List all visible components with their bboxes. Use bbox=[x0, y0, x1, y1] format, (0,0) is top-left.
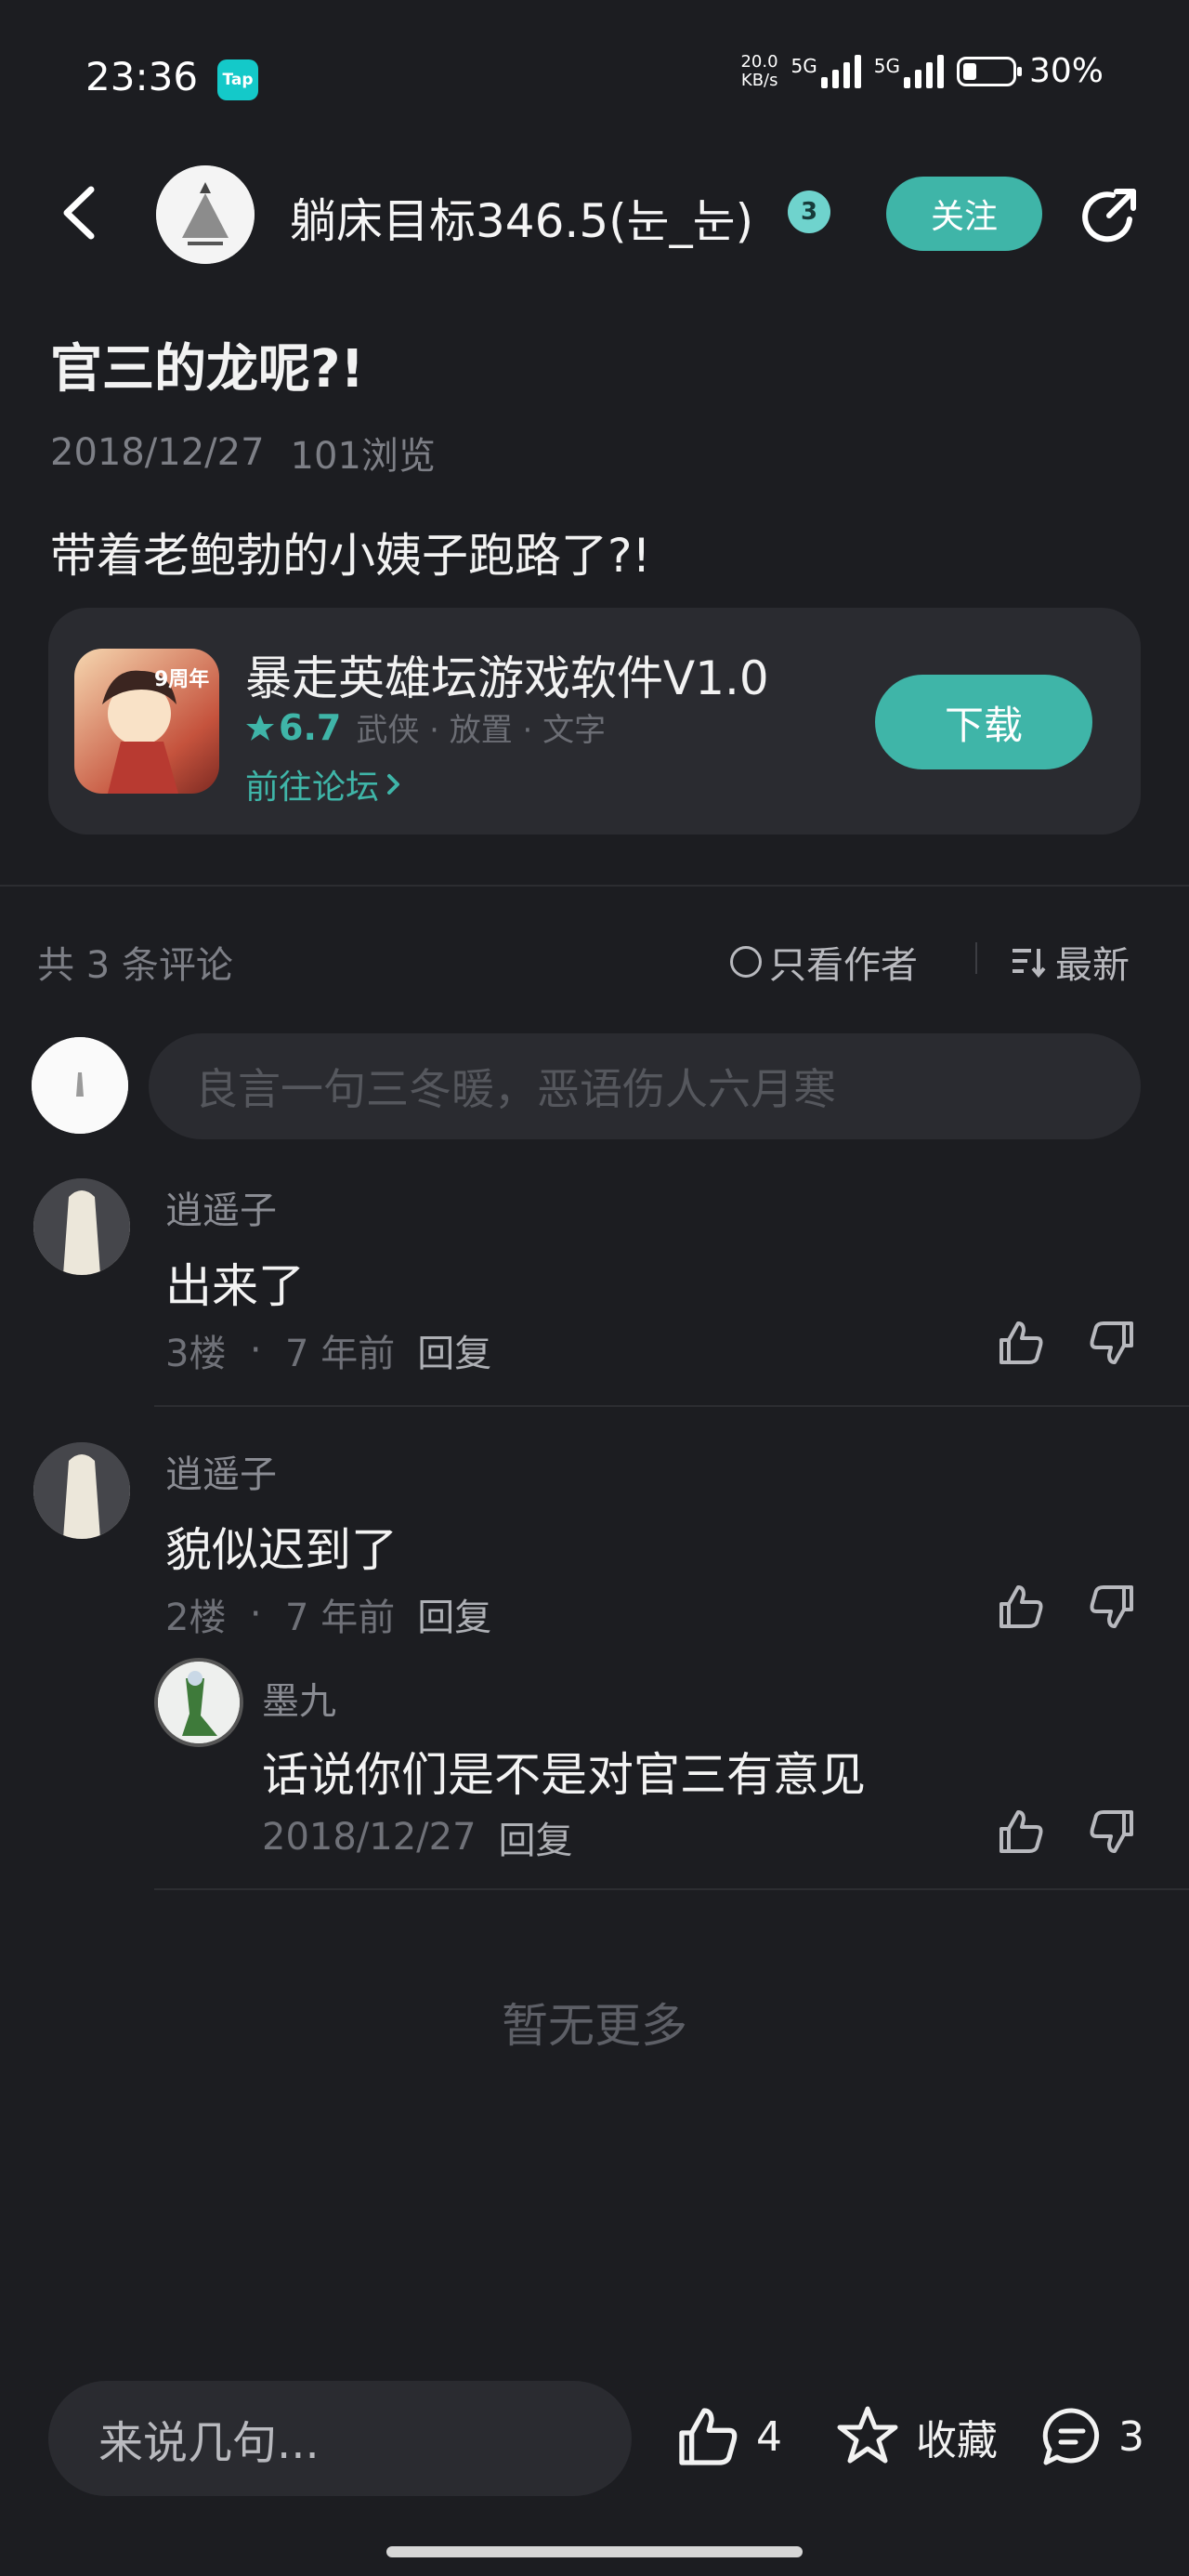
reply-user[interactable]: 墨九 bbox=[262, 1671, 336, 1725]
like-button[interactable] bbox=[996, 1807, 1046, 1857]
bottom-comment-input[interactable]: 来说几句... bbox=[48, 2381, 632, 2496]
thumb-up-icon bbox=[1000, 1585, 1043, 1628]
game-icon[interactable]: 9周年 bbox=[74, 649, 219, 794]
follow-button[interactable]: 关注 bbox=[886, 177, 1042, 251]
tap-app-icon: Tap bbox=[217, 59, 258, 100]
post-body: 带着老鲍勃的小姨子跑路了?! bbox=[50, 529, 651, 583]
avatar-image bbox=[33, 1178, 130, 1275]
post-like-button[interactable]: 4 bbox=[674, 2403, 782, 2470]
battery-percent: 30% bbox=[1028, 52, 1104, 90]
thumb-down-icon bbox=[1090, 1810, 1133, 1853]
avatar-image bbox=[33, 1442, 130, 1539]
sort-button[interactable]: 最新 bbox=[1011, 935, 1130, 989]
status-time: 23:36 bbox=[85, 54, 199, 99]
reply-avatar[interactable] bbox=[154, 1658, 243, 1747]
comment-divider bbox=[154, 1405, 1189, 1407]
post-title: 官三的龙呢?! bbox=[50, 339, 365, 400]
thumb-up-icon bbox=[1000, 1321, 1043, 1364]
signal-1: 5G bbox=[791, 54, 861, 88]
comment-text: 貌似迟到了 bbox=[165, 1523, 398, 1577]
radio-icon bbox=[730, 946, 762, 978]
avatar-image bbox=[156, 165, 255, 264]
no-more-label: 暂无更多 bbox=[502, 1999, 687, 2053]
dislike-button[interactable] bbox=[1087, 1318, 1137, 1368]
star-outline-icon bbox=[837, 2406, 898, 2464]
avatar-image bbox=[32, 1037, 128, 1134]
star-icon bbox=[246, 714, 274, 741]
signal-2: 5G bbox=[874, 54, 944, 88]
comment-meta: 3楼 · 7 年前 回复 bbox=[165, 1323, 491, 1377]
chevron-right-icon bbox=[387, 774, 400, 795]
comment-user[interactable]: 逍遥子 bbox=[165, 1444, 277, 1498]
home-indicator[interactable] bbox=[386, 2546, 803, 2557]
comment-bubble-icon bbox=[1042, 2408, 1100, 2465]
my-avatar[interactable] bbox=[32, 1037, 128, 1134]
reply-meta: 2018/12/27 回复 bbox=[262, 1810, 573, 1864]
reply-button[interactable]: 回复 bbox=[499, 1810, 573, 1864]
like-button[interactable] bbox=[996, 1318, 1046, 1368]
forum-link[interactable]: 前往论坛 bbox=[245, 760, 403, 808]
game-icon-art: 9周年 bbox=[102, 667, 209, 794]
comment-input[interactable]: 良言一句三冬暖，恶语伤人六月寒 bbox=[149, 1033, 1141, 1139]
dislike-button[interactable] bbox=[1087, 1807, 1137, 1857]
commenter-avatar[interactable] bbox=[33, 1442, 130, 1539]
favorite-label: 收藏 bbox=[916, 2417, 998, 2464]
game-rating: 6.7 武侠 · 放置 · 文字 bbox=[245, 704, 606, 750]
commenter-avatar[interactable] bbox=[33, 1178, 130, 1275]
author-avatar[interactable] bbox=[156, 165, 255, 264]
like-count: 4 bbox=[756, 2412, 782, 2461]
divider bbox=[975, 942, 977, 974]
like-button[interactable] bbox=[996, 1582, 1046, 1632]
net-speed: 20.0 KB/s bbox=[740, 51, 778, 90]
section-divider bbox=[0, 885, 1189, 887]
author-only-toggle[interactable]: 只看作者 bbox=[730, 935, 918, 989]
thumb-up-icon bbox=[1000, 1810, 1043, 1853]
post-meta: 2018/12/27 101浏览 bbox=[50, 426, 436, 480]
sort-icon bbox=[1013, 949, 1046, 978]
level-badge: 3 bbox=[788, 191, 830, 233]
comments-count: 共 3 条评论 bbox=[37, 944, 233, 987]
comments-button[interactable]: 3 bbox=[1039, 2403, 1144, 2470]
post-date: 2018/12/27 bbox=[50, 431, 265, 474]
comment-meta: 2楼 · 7 年前 回复 bbox=[165, 1587, 491, 1641]
signal-bars-icon bbox=[903, 54, 944, 88]
share-icon bbox=[1082, 189, 1136, 243]
dislike-button[interactable] bbox=[1087, 1582, 1137, 1632]
status-indicators: 20.0 KB/s 5G 5G 30% bbox=[740, 52, 1104, 90]
comment-user[interactable]: 逍遥子 bbox=[165, 1180, 277, 1234]
comment-text: 出来了 bbox=[165, 1259, 305, 1313]
reply-button[interactable]: 回复 bbox=[417, 1587, 491, 1641]
avatar-image bbox=[158, 1662, 240, 1743]
comment-divider bbox=[154, 1888, 1189, 1890]
signal-bars-icon bbox=[820, 54, 861, 88]
thumb-down-icon bbox=[1090, 1585, 1133, 1628]
download-button[interactable]: 下载 bbox=[875, 675, 1092, 769]
post-views: 101浏览 bbox=[290, 435, 436, 478]
comment-count: 3 bbox=[1118, 2412, 1144, 2461]
back-button[interactable] bbox=[54, 178, 106, 247]
share-button[interactable] bbox=[1076, 182, 1144, 251]
game-tags: 武侠 · 放置 · 文字 bbox=[356, 712, 607, 749]
reply-button[interactable]: 回复 bbox=[417, 1323, 491, 1377]
reply-text: 话说你们是不是对官三有意见 bbox=[262, 1748, 866, 1802]
game-icon-label: 9周年 bbox=[154, 667, 209, 691]
author-name[interactable]: 躺床目标346.5(눈_눈) bbox=[290, 184, 753, 251]
thumb-down-icon bbox=[1090, 1321, 1133, 1364]
rating: 6.7 bbox=[245, 707, 341, 748]
game-name[interactable]: 暴走英雄坛游戏软件V1.0 bbox=[245, 641, 769, 708]
favorite-button[interactable]: 收藏 bbox=[834, 2403, 998, 2470]
back-arrow-icon bbox=[63, 186, 95, 240]
battery-icon bbox=[956, 56, 1022, 86]
thumb-up-icon bbox=[679, 2408, 738, 2465]
